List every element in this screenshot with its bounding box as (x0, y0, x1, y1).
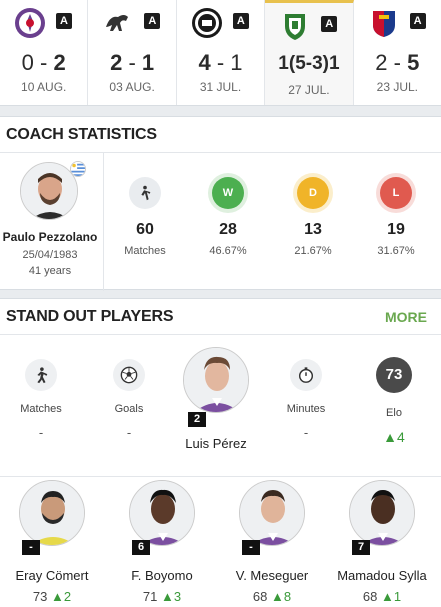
team-crest-icon (15, 8, 45, 38)
match-score: 1(5-3)1 (278, 53, 340, 74)
stat-value: 19 (387, 221, 405, 238)
arrow-up-icon: ▲ (380, 589, 394, 604)
team-crest-icon (191, 8, 222, 38)
match-score: 2 - 1 (110, 50, 155, 75)
stat-losses: L 19 31.67% (356, 177, 436, 257)
stat-matches: 60 Matches (105, 177, 185, 257)
player-avatar (349, 480, 415, 546)
match-date: 23 JUL. (376, 80, 418, 94)
team-crest-icon (285, 14, 306, 40)
key-value: - (126, 425, 132, 440)
jersey-number: 7 (352, 540, 370, 555)
match-card[interactable]: A 2 - 5 23 JUL. (354, 0, 441, 105)
player-elo: 71 ▲3 (142, 589, 182, 604)
team-crest-icon (372, 11, 395, 37)
stopwatch-icon (290, 359, 322, 391)
key-label: Goals (114, 403, 144, 415)
key-minutes: Minutes - (271, 359, 341, 440)
match-card[interactable]: A 2 - 1 03 AUG. (88, 0, 177, 105)
divider (103, 153, 104, 291)
match-card[interactable]: A 0 - 2 10 AUG. (0, 0, 89, 105)
coach-name: Paulo Pezzolano (2, 230, 98, 244)
player-elo: 68 ▲1 (362, 589, 402, 604)
player-card[interactable]: - Eray Cömert 73 ▲2 (0, 480, 107, 604)
match-card[interactable]: A 4 - 1 31 JUL. (177, 0, 266, 105)
player-running-icon (25, 359, 57, 391)
key-label: Minutes (286, 403, 326, 415)
match-date: 27 JUL. (288, 83, 330, 97)
match-score: 0 - 2 (21, 50, 66, 75)
arrow-up-icon: ▲ (383, 429, 398, 445)
player-avatar (239, 480, 305, 546)
stat-value: 13 (304, 221, 322, 238)
standout-players-card: STAND OUT PLAYERS MORE Matches - Goals - (0, 298, 441, 607)
player-card[interactable]: - V. Meseguer 68 ▲8 (217, 480, 327, 604)
match-score: 2 - 5 (375, 50, 420, 75)
stat-value: 60 (136, 221, 154, 238)
player-card[interactable]: 7 Mamadou Sylla 68 ▲1 (327, 480, 437, 604)
player-card[interactable]: 6 F. Boyomo 71 ▲3 (107, 480, 217, 604)
away-badge: A (409, 13, 426, 29)
player-name: V. Meseguer (235, 568, 309, 583)
match-score: 4 - 1 (198, 50, 243, 75)
featured-player-name[interactable]: Luis Pérez (160, 436, 272, 451)
stat-value: 28 (219, 221, 237, 238)
key-value: - (38, 425, 44, 440)
stat-percent: 21.67% (294, 245, 332, 257)
more-link[interactable]: MORE (385, 309, 427, 325)
soccer-ball-icon (113, 359, 145, 391)
jersey-number: 2 (188, 412, 206, 427)
player-name: Eray Cömert (15, 568, 89, 583)
elo-change: ▲4 (383, 429, 405, 445)
player-elo: 73 ▲2 (32, 589, 72, 604)
arrow-up-icon: ▲ (50, 589, 64, 604)
coach-birthdate: 25/04/1983 (22, 249, 78, 261)
featured-player-avatar[interactable] (183, 347, 249, 413)
whistle-icon (129, 177, 161, 209)
jersey-number: - (242, 540, 260, 555)
divider (0, 334, 441, 335)
arrow-up-icon: ▲ (160, 589, 174, 604)
stat-label: Matches (124, 245, 166, 257)
recent-matches-strip: A 0 - 2 10 AUG. A 2 - 1 03 AUG. A 4 - 1 … (0, 0, 441, 106)
player-avatar (19, 480, 85, 546)
divider (0, 152, 441, 153)
stat-draws: D 13 21.67% (273, 177, 353, 257)
loss-icon: L (380, 177, 412, 209)
win-icon: W (212, 177, 244, 209)
away-badge: A (321, 16, 338, 32)
away-badge: A (56, 13, 72, 29)
match-date: 03 AUG. (109, 80, 155, 94)
section-title: STAND OUT PLAYERS (6, 308, 174, 325)
arrow-up-icon: ▲ (270, 589, 284, 604)
jersey-number: 6 (132, 540, 150, 555)
player-elo: 68 ▲8 (252, 589, 292, 604)
coach-age: 41 years (28, 265, 72, 277)
elo-badge: 73 (376, 357, 412, 393)
key-value: - (303, 425, 309, 440)
key-goals: Goals - (94, 359, 164, 440)
jersey-number: - (22, 540, 40, 555)
team-crest-icon (106, 15, 129, 31)
away-badge: A (232, 13, 249, 29)
stat-percent: 46.67% (209, 245, 247, 257)
match-date: 10 AUG. (21, 80, 67, 94)
uruguay-flag-icon (70, 161, 86, 177)
draw-icon: D (297, 177, 329, 209)
player-name: F. Boyomo (131, 568, 193, 583)
section-title: COACH STATISTICS (6, 126, 157, 143)
player-name: Mamadou Sylla (337, 568, 427, 583)
match-card-selected[interactable]: A 1(5-3)1 27 JUL. (265, 0, 354, 105)
stat-wins: W 28 46.67% (188, 177, 268, 257)
stat-percent: 31.67% (377, 245, 415, 257)
divider (0, 476, 441, 477)
key-label: Matches (20, 403, 62, 415)
key-elo: 73 Elo ▲4 (359, 357, 429, 445)
player-avatar (129, 480, 195, 546)
coach-statistics-card: COACH STATISTICS Paulo Pezzolano 25/04/1… (0, 116, 441, 291)
key-matches: Matches - (6, 359, 76, 440)
key-label: Elo (386, 407, 402, 419)
away-badge: A (144, 13, 161, 29)
match-date: 31 JUL. (199, 80, 242, 94)
